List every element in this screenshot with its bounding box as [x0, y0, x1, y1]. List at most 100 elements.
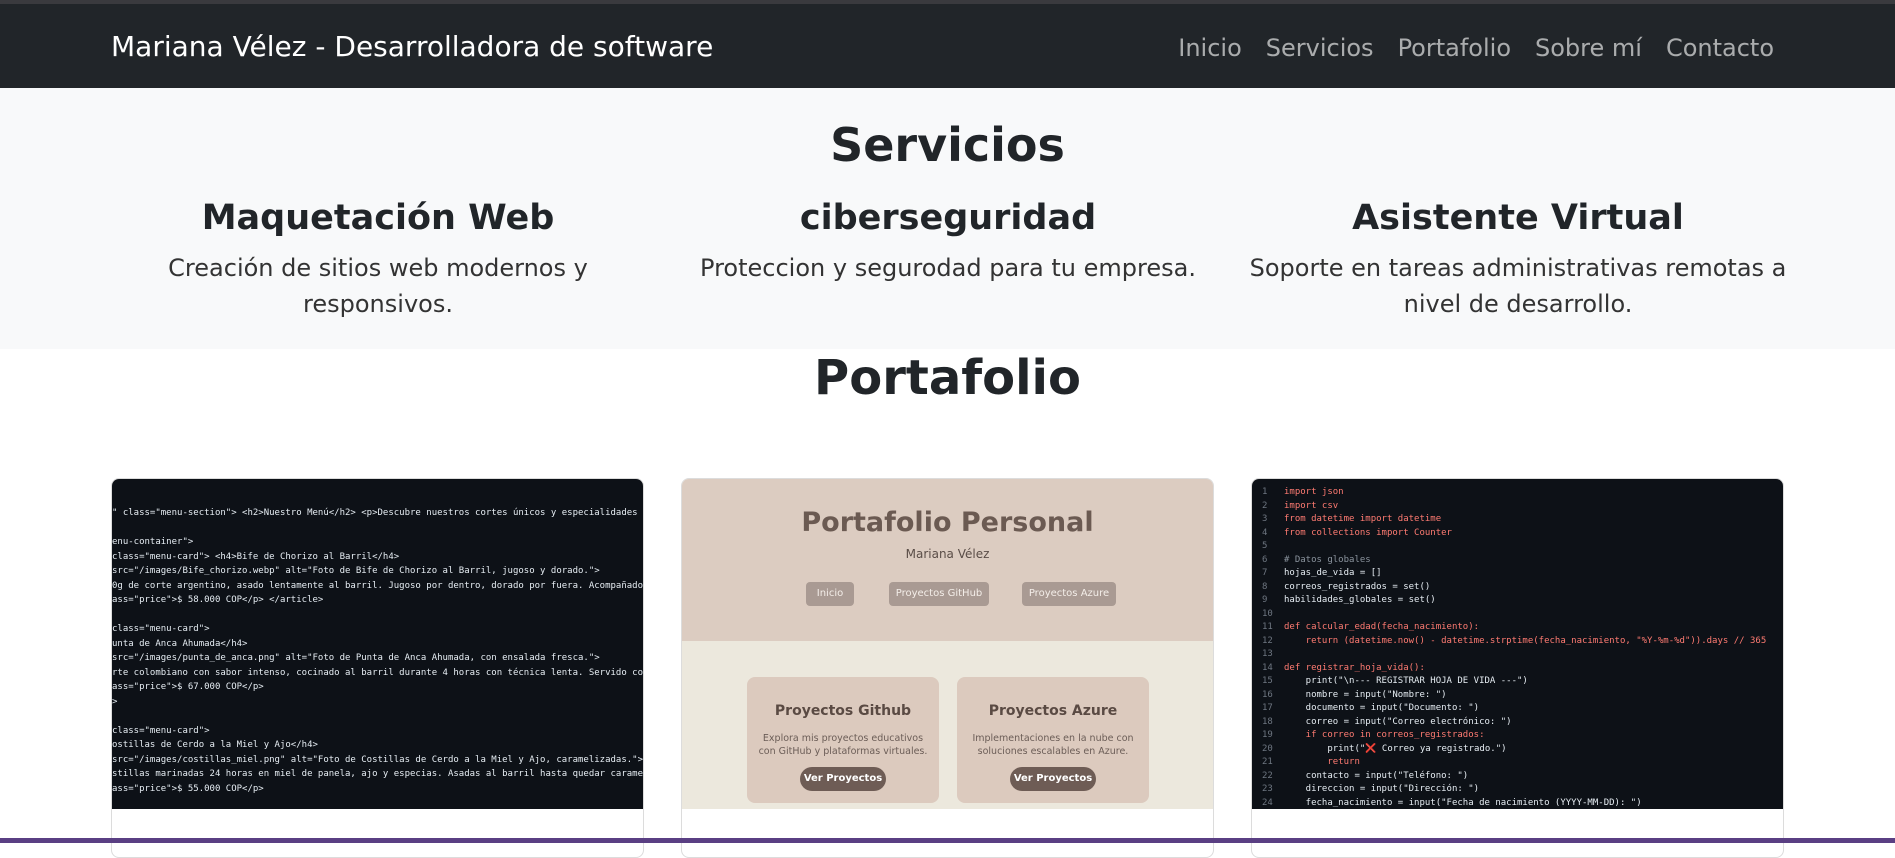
code-line: 24 fecha_nacimiento = input("Fecha de na… — [1262, 797, 1642, 809]
pp-card-title: Proyectos Github — [774, 703, 912, 719]
code-line: 14 def registrar_hoja_vida(): — [1262, 662, 1425, 674]
code-line: ass="price">$ 55.000 COP</p> — [112, 783, 264, 794]
code-line: 19 if correo in correos_registrados: — [1262, 729, 1484, 741]
portfolio-title: Portafolio — [814, 350, 1081, 406]
line-number: 22 — [1262, 770, 1273, 781]
line-number: 20 — [1262, 743, 1273, 754]
service-desc: Proteccion y segurodad para tu empresa. — [700, 254, 1196, 282]
code-line: " class="menu-section"> <h2>Nuestro Menú… — [112, 508, 638, 518]
pp-title: Portafolio Personal — [801, 507, 1094, 538]
line-number: 17 — [1262, 703, 1273, 713]
code-line: 4 from collections import Counter — [1262, 527, 1452, 539]
pp-card-github: Proyectos Github Explora mis proyectos e… — [747, 677, 939, 803]
service-title: ciberseguridad — [799, 198, 1097, 238]
line-number: 4 — [1262, 527, 1268, 538]
brand-title[interactable]: Mariana Vélez - Desarrolladora de softwa… — [111, 30, 713, 63]
code-text: import json — [1284, 487, 1344, 497]
portfolio-card-python[interactable]: 1 import json 2 import csv 3 from datetime im… — [1251, 478, 1784, 858]
code-line: 11 def calcular_edad(fecha_nacimiento): — [1262, 621, 1479, 633]
code-text: from datetime import datetime — [1284, 514, 1442, 524]
code-text: def registrar_hoja_vida(): — [1284, 662, 1425, 673]
window-top-border — [0, 0, 1895, 4]
code-text: fecha_nacimiento = input("Fecha de nacim… — [1284, 797, 1642, 808]
line-number: 6 — [1262, 554, 1268, 565]
code-line: 10 — [1262, 608, 1284, 620]
code-text: # Datos globales — [1284, 554, 1371, 565]
line-number: 8 — [1262, 581, 1268, 592]
code-line: unta de Anca Ahumada</h4> — [112, 638, 248, 649]
code-line: rte colombiano con sabor intenso, cocina… — [112, 667, 643, 678]
code-text: import csv — [1284, 500, 1339, 511]
code-text: habilidades_globales = set() — [1284, 595, 1436, 605]
code-line: src="/images/punta_de_anca.png" alt="Fot… — [112, 653, 600, 663]
code-line: src="/images/costillas_miel.png" alt="Fo… — [112, 754, 643, 765]
pp-card-desc: Explora mis proyectos educativos con Git… — [758, 733, 928, 757]
code-text: print("\n--- REGISTRAR HOJA DE VIDA ---"… — [1284, 676, 1528, 686]
html-code-screenshot: " class="menu-section"> <h2>Nuestro Menú… — [112, 479, 643, 809]
code-line: 21 return — [1262, 756, 1360, 768]
services-section: Servicios Maquetación Web Creación de si… — [0, 88, 1895, 349]
code-line: 8 correos_registrados = set() — [1262, 581, 1430, 593]
line-number: 10 — [1262, 608, 1273, 619]
personal-portfolio-screenshot: Portafolio Personal Mariana Vélez Inicio… — [682, 479, 1213, 809]
portfolio-card-personal[interactable]: Portafolio Personal Mariana Vélez Inicio… — [681, 478, 1214, 858]
pp-card-button: Ver Proyectos — [1010, 767, 1096, 791]
nav-link-sobre-mi[interactable]: Sobre mí — [1535, 34, 1642, 62]
code-line: 18 correo = input("Correo electrónico: "… — [1262, 716, 1512, 728]
service-desc: Creación de sitios web modernos y respon… — [168, 254, 588, 318]
code-line: 12 return (datetime.now() - datetime.str… — [1262, 635, 1766, 647]
code-line: ass="price">$ 58.000 COP</p> </article> — [112, 595, 324, 605]
code-line: 20 print("❌ Correo ya registrado.") — [1262, 743, 1507, 755]
line-number: 11 — [1262, 622, 1273, 632]
code-line: 3 from datetime import datetime — [1262, 513, 1441, 525]
pp-card-title: Proyectos Azure — [988, 703, 1118, 719]
code-text: correos_registrados = set() — [1284, 581, 1431, 592]
code-line: stillas marinadas 24 horas en miel de pa… — [112, 769, 643, 779]
code-text: return — [1284, 757, 1360, 767]
code-text: hojas_de_vida = [] — [1284, 568, 1382, 578]
nav-links: Inicio Servicios Portafolio Sobre mí Con… — [1178, 34, 1774, 62]
pp-subtitle: Mariana Vélez — [905, 547, 990, 561]
code-line: 23 direccion = input("Dirección: ") — [1262, 783, 1479, 795]
code-line: enu-container"> — [112, 537, 194, 547]
window-bottom-border — [0, 838, 1895, 843]
python-code-screenshot: 1 import json 2 import csv 3 from datetime im… — [1252, 479, 1783, 809]
line-number: 21 — [1262, 757, 1273, 767]
pp-card-button: Ver Proyectos — [800, 767, 886, 791]
code-text: if correo in correos_registrados: — [1284, 730, 1485, 740]
portfolio-card-restaurant[interactable]: " class="menu-section"> <h2>Nuestro Menú… — [111, 478, 644, 858]
line-number: 19 — [1262, 730, 1273, 740]
code-line: 2 import csv — [1262, 500, 1338, 512]
line-number: 15 — [1262, 676, 1273, 686]
service-desc: Soporte en tareas administrativas remota… — [1249, 254, 1787, 318]
line-number: 24 — [1262, 797, 1273, 808]
navbar: Mariana Vélez - Desarrolladora de softwa… — [0, 0, 1895, 88]
code-line: src="/images/Bife_chorizo.webp" alt="Fot… — [112, 566, 600, 576]
code-line: class="menu-card"> <h4>Bife de Chorizo a… — [112, 551, 400, 562]
code-line: 22 contacto = input("Teléfono: ") — [1262, 770, 1468, 782]
line-number: 14 — [1262, 662, 1273, 673]
code-line: 9 habilidades_globales = set() — [1262, 594, 1436, 606]
code-line: class="menu-card"> — [112, 624, 210, 634]
pp-button-azure: Proyectos Azure — [1022, 582, 1116, 606]
line-number: 18 — [1262, 716, 1273, 727]
nav-link-servicios[interactable]: Servicios — [1266, 34, 1374, 62]
pp-button-github: Proyectos GitHub — [889, 582, 989, 606]
line-number: 2 — [1262, 500, 1268, 511]
code-line: ass="price">$ 67.000 COP</p> — [112, 682, 264, 692]
line-number: 1 — [1262, 487, 1268, 497]
line-number: 3 — [1262, 514, 1268, 524]
service-title: Maquetación Web — [201, 198, 555, 238]
pp-header: Portafolio Personal Mariana Vélez Inicio… — [682, 479, 1213, 641]
nav-link-inicio[interactable]: Inicio — [1178, 34, 1242, 62]
line-number: 9 — [1262, 595, 1268, 605]
code-line: 15 print("\n--- REGISTRAR HOJA DE VIDA -… — [1262, 675, 1528, 687]
line-number: 12 — [1262, 635, 1273, 646]
code-text: nombre = input("Nombre: ") — [1284, 689, 1447, 700]
code-line: 7 hojas_de_vida = [] — [1262, 567, 1382, 579]
nav-link-portafolio[interactable]: Portafolio — [1398, 34, 1511, 62]
pp-card-azure: Proyectos Azure Implementaciones en la n… — [957, 677, 1149, 803]
code-line: 6 # Datos globales — [1262, 554, 1371, 566]
nav-link-contacto[interactable]: Contacto — [1666, 34, 1774, 62]
code-text: correo = input("Correo electrónico: ") — [1284, 716, 1512, 727]
